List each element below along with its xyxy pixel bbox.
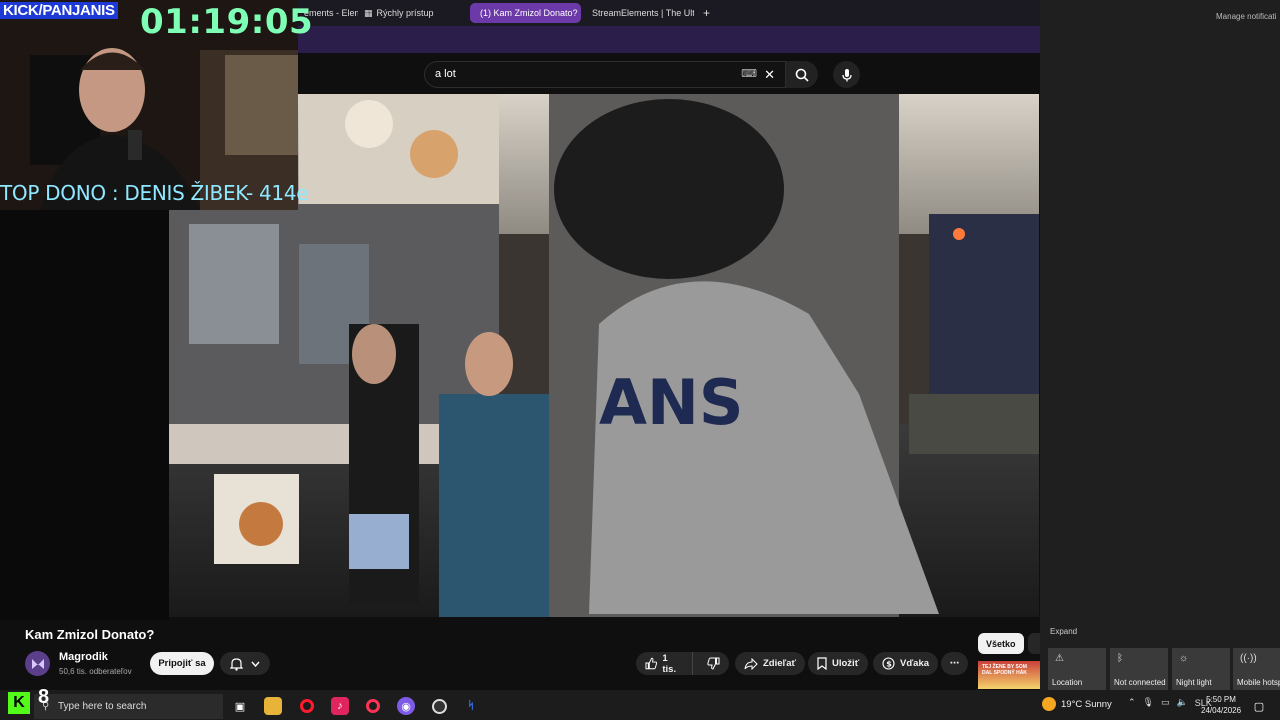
night-light-icon: ☼ (1179, 653, 1189, 664)
notification-center-icon[interactable]: ▢ (1250, 697, 1268, 715)
tab-quick-access[interactable]: ▦ Rýchly prístup (358, 3, 466, 23)
channel-logo-icon (31, 658, 44, 669)
notification-bell-button[interactable] (220, 652, 270, 675)
network-icon[interactable]: ▭ (1161, 697, 1170, 708)
bell-icon (230, 657, 243, 671)
system-tray: ⌃ 🎙 ▭ 🔈 SLK (1128, 697, 1212, 708)
keyboard-icon[interactable]: ⌨ (741, 62, 757, 87)
microphone-icon[interactable]: 🎙 (1143, 697, 1154, 708)
page-left-background (0, 210, 169, 620)
location-icon: ⚠ (1055, 653, 1064, 664)
microphone-icon (841, 68, 852, 81)
kick-logo: K (8, 692, 30, 714)
tab-youtube-video[interactable]: (1) Kam Zmizol Donato? (470, 3, 581, 23)
clear-search-icon[interactable]: ✕ (764, 62, 775, 87)
subscriber-count: 50,6 tis. odberateľov (59, 667, 132, 676)
hotspot-icon: ((·)) (1240, 653, 1257, 664)
opera-icon[interactable] (298, 697, 316, 715)
quick-action-location[interactable]: ⚠ Location (1048, 648, 1106, 690)
thumbs-up-icon (645, 657, 658, 670)
like-button[interactable]: 1 tis. (636, 652, 693, 675)
search-icon (795, 68, 809, 82)
tab-streamelements-2[interactable]: StreamElements | The Ulti (582, 3, 694, 23)
chevron-down-icon (251, 661, 260, 667)
svg-text:ANS: ANS (599, 366, 744, 439)
video-title: Kam Zmizol Donato? (25, 627, 155, 642)
new-tab-button[interactable]: + (697, 3, 713, 23)
search-button[interactable] (786, 61, 818, 88)
share-button[interactable]: Zdieľať (735, 652, 806, 675)
volume-icon[interactable]: 🔈 (1177, 697, 1188, 708)
quick-action-bluetooth[interactable]: ᛒ Not connected (1110, 648, 1168, 690)
share-icon (744, 657, 758, 670)
discord-icon[interactable]: ◉ (397, 697, 415, 715)
tiktok-icon[interactable]: ♪ (331, 697, 349, 715)
channel-avatar[interactable] (25, 651, 50, 676)
search-input[interactable]: a lot ⌨ ✕ (424, 61, 786, 88)
thanks-icon: $ (882, 657, 895, 670)
weather-widget[interactable]: 19°C Sunny (1042, 697, 1112, 711)
thanks-button[interactable]: $ Vďaka (873, 652, 939, 675)
manage-notifications-link[interactable]: Manage notificati (1216, 12, 1276, 21)
video-frame: ANS (169, 94, 1039, 617)
app-icon[interactable]: ᛋ (462, 697, 480, 715)
svg-text:$: $ (886, 660, 892, 669)
action-center-panel (1040, 0, 1280, 690)
quick-action-mobile-hotspot[interactable]: ((·)) Mobile hotsp (1233, 648, 1280, 690)
kick-channel-tag: KICK/PANJANIS (0, 2, 118, 19)
chevron-up-icon[interactable]: ⌃ (1128, 697, 1136, 708)
file-explorer-icon[interactable] (264, 697, 282, 715)
save-button[interactable]: Uložiť (808, 652, 869, 675)
sun-icon (1042, 697, 1056, 711)
more-icon: ⋯ (949, 658, 960, 669)
voice-search-button[interactable] (833, 61, 860, 88)
obs-icon[interactable] (430, 697, 448, 715)
expand-link[interactable]: Expand (1050, 627, 1077, 636)
recommended-video-thumbnail[interactable]: TEJ ŽENE BY SOM DAL SPODNÝ HÁK (978, 661, 1040, 689)
taskbar-search[interactable]: ⚲ Type here to search (34, 694, 223, 719)
chip-next[interactable] (1028, 633, 1040, 654)
bluetooth-icon: ᛒ (1117, 653, 1123, 664)
grid-icon: ▦ (364, 7, 373, 18)
clock[interactable]: 5:50 PM 24/04/2026 (1201, 694, 1241, 716)
join-button[interactable]: Pripojiť sa (150, 652, 214, 675)
more-actions-button[interactable]: ⋯ (941, 652, 968, 675)
bookmark-icon (817, 657, 827, 670)
chip-all[interactable]: Všetko (978, 633, 1024, 654)
stream-timer: 01:19:05 (140, 2, 314, 42)
like-dislike-group: 1 tis. (636, 652, 729, 675)
task-view-icon[interactable]: ▣ (231, 697, 249, 715)
opera-gx-icon[interactable] (364, 697, 382, 715)
channel-name[interactable]: Magrodik (59, 651, 108, 663)
top-donation-banner: TOP DONO : DENIS ŽIBEK- 414e (0, 181, 309, 205)
quick-action-night-light[interactable]: ☼ Night light (1172, 648, 1230, 690)
thumbs-down-icon (707, 657, 720, 670)
overlay-number: 8 (38, 686, 50, 708)
video-player[interactable]: ANS (169, 94, 1039, 617)
dislike-button[interactable] (698, 652, 729, 675)
